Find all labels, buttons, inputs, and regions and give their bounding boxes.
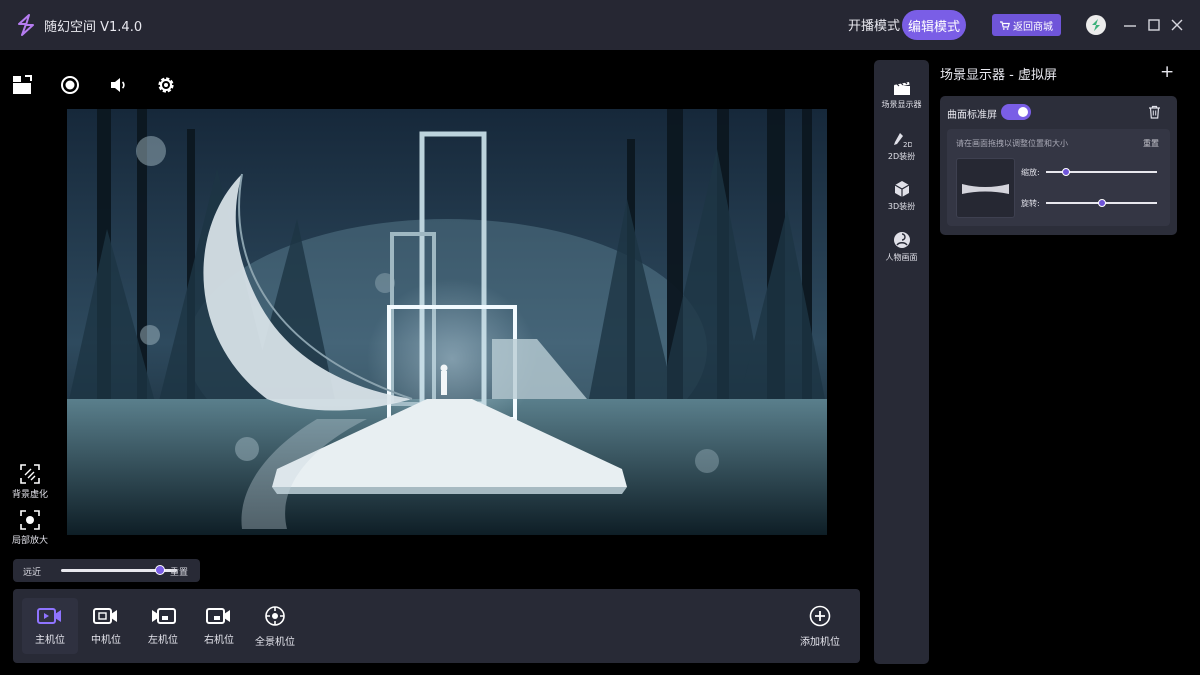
left-camera-icon [152, 607, 176, 624]
edit-mode-tab[interactable]: 编辑模式 [902, 10, 966, 40]
avatar-logo-icon [1092, 19, 1100, 31]
back-to-shop-button[interactable]: 返回商城 [992, 14, 1061, 36]
camera-right-label: 右机位 [204, 634, 234, 646]
scene-render-image [67, 109, 827, 535]
background-blur-label: 背景虚化 [11, 490, 48, 500]
blur-background-icon [20, 464, 40, 484]
add-display-button[interactable]: + [1160, 64, 1174, 81]
camera-position-panel: 主机位 中机位 左机位 右机位 全景机位 添加机位 [13, 589, 860, 663]
gear-icon [158, 77, 174, 93]
brush-2d-icon: 2D [893, 133, 912, 148]
zoom-region-label: 局部放大 [11, 536, 48, 546]
maximize-icon [1148, 19, 1160, 31]
camera-panorama-button[interactable]: 全景机位 [247, 598, 303, 654]
close-button[interactable] [1168, 16, 1186, 34]
app-window: 随幻空间 V1.4.0 开播模式 编辑模式 返回商城 背景虚化 局部放大 远近 … [0, 0, 1200, 675]
add-camera-button[interactable]: 添加机位 [792, 598, 848, 654]
scale-label: 缩放: [1021, 168, 1040, 177]
category-3d-dressup-label: 3D装扮 [887, 202, 916, 211]
display-enable-toggle[interactable] [1001, 104, 1031, 120]
scene-preview[interactable] [67, 109, 827, 535]
person-view-icon [893, 232, 910, 248]
app-title: 随幻空间 V1.4.0 [44, 20, 143, 35]
camera-right-button[interactable]: 右机位 [191, 598, 247, 654]
category-person-view-label: 人物画面 [885, 253, 918, 262]
curved-screen-preview [956, 158, 1015, 218]
speaker-icon [111, 78, 125, 92]
camera-main-button[interactable]: 主机位 [22, 598, 78, 654]
category-scene-display-label: 场景显示器 [881, 100, 922, 109]
rotate-slider-thumb[interactable] [1097, 199, 1106, 207]
record-icon [61, 76, 79, 94]
display-reset-button[interactable]: 重置 [1143, 138, 1159, 149]
user-avatar[interactable] [1086, 15, 1106, 35]
background-blur-tool[interactable]: 背景虚化 [10, 464, 50, 500]
main-camera-icon [37, 607, 61, 624]
editor-category-strip: 场景显示器 2D 2D装扮 3D装扮 人物画面 [874, 60, 929, 664]
zoom-region-icon [20, 510, 40, 530]
cart-icon [1000, 20, 1010, 30]
layout-icon [13, 75, 32, 94]
camera-panorama-label: 全景机位 [255, 636, 295, 648]
maximize-button[interactable] [1145, 16, 1163, 34]
title-bar: 随幻空间 V1.4.0 开播模式 编辑模式 返回商城 [0, 0, 1200, 50]
camera-center-button[interactable]: 中机位 [78, 598, 134, 654]
category-scene-display[interactable]: 场景显示器 [874, 80, 929, 110]
close-icon [1171, 19, 1183, 31]
category-2d-dressup-label: 2D装扮 [887, 152, 916, 161]
drag-hint-text: 请在画面拖拽以调整位置和大小 [956, 139, 1068, 148]
layout-toggle-button[interactable] [12, 74, 34, 96]
minimize-button[interactable] [1121, 16, 1139, 34]
curved-screen-shape [962, 184, 1009, 194]
display-card: 曲面标准屏 请在画面拖拽以调整位置和大小 重置 缩放: 旋转: [940, 96, 1177, 235]
add-camera-label: 添加机位 [800, 636, 840, 648]
camera-left-label: 左机位 [148, 634, 178, 646]
category-person-view[interactable]: 人物画面 [874, 231, 929, 263]
record-button[interactable] [59, 74, 81, 96]
distance-reset-button[interactable]: 重置 [170, 565, 188, 578]
trash-icon[interactable] [1148, 105, 1161, 119]
category-2d-dressup[interactable]: 2D 2D装扮 [874, 132, 929, 162]
display-name: 曲面标准屏 [947, 110, 997, 121]
app-logo-icon [18, 14, 34, 36]
svg-text:2D: 2D [903, 141, 912, 148]
distance-slider-bar: 远近 重置 [13, 559, 200, 582]
live-mode-tab[interactable]: 开播模式 [848, 15, 900, 34]
cube-3d-icon [894, 181, 909, 197]
distance-label: 远近 [23, 568, 42, 578]
back-to-shop-label: 返回商城 [1013, 21, 1053, 33]
add-circle-icon [809, 605, 831, 626]
panorama-camera-icon [265, 605, 285, 626]
right-camera-icon [206, 607, 230, 624]
scale-slider-thumb[interactable] [1061, 168, 1070, 176]
clapperboard-icon [893, 81, 910, 95]
settings-button[interactable] [155, 74, 177, 96]
volume-button[interactable] [107, 74, 129, 96]
camera-center-label: 中机位 [91, 634, 121, 646]
panel-title: 场景显示器 - 虚拟屏 [940, 68, 1057, 83]
minimize-icon [1124, 25, 1136, 27]
display-settings: 请在画面拖拽以调整位置和大小 重置 缩放: 旋转: [947, 129, 1170, 226]
rotate-label: 旋转: [1021, 199, 1040, 208]
category-3d-dressup[interactable]: 3D装扮 [874, 180, 929, 212]
camera-left-button[interactable]: 左机位 [135, 598, 191, 654]
center-camera-icon [93, 607, 117, 624]
zoom-region-tool[interactable]: 局部放大 [10, 510, 50, 546]
camera-main-label: 主机位 [35, 634, 65, 646]
distance-slider-thumb[interactable] [154, 565, 165, 575]
